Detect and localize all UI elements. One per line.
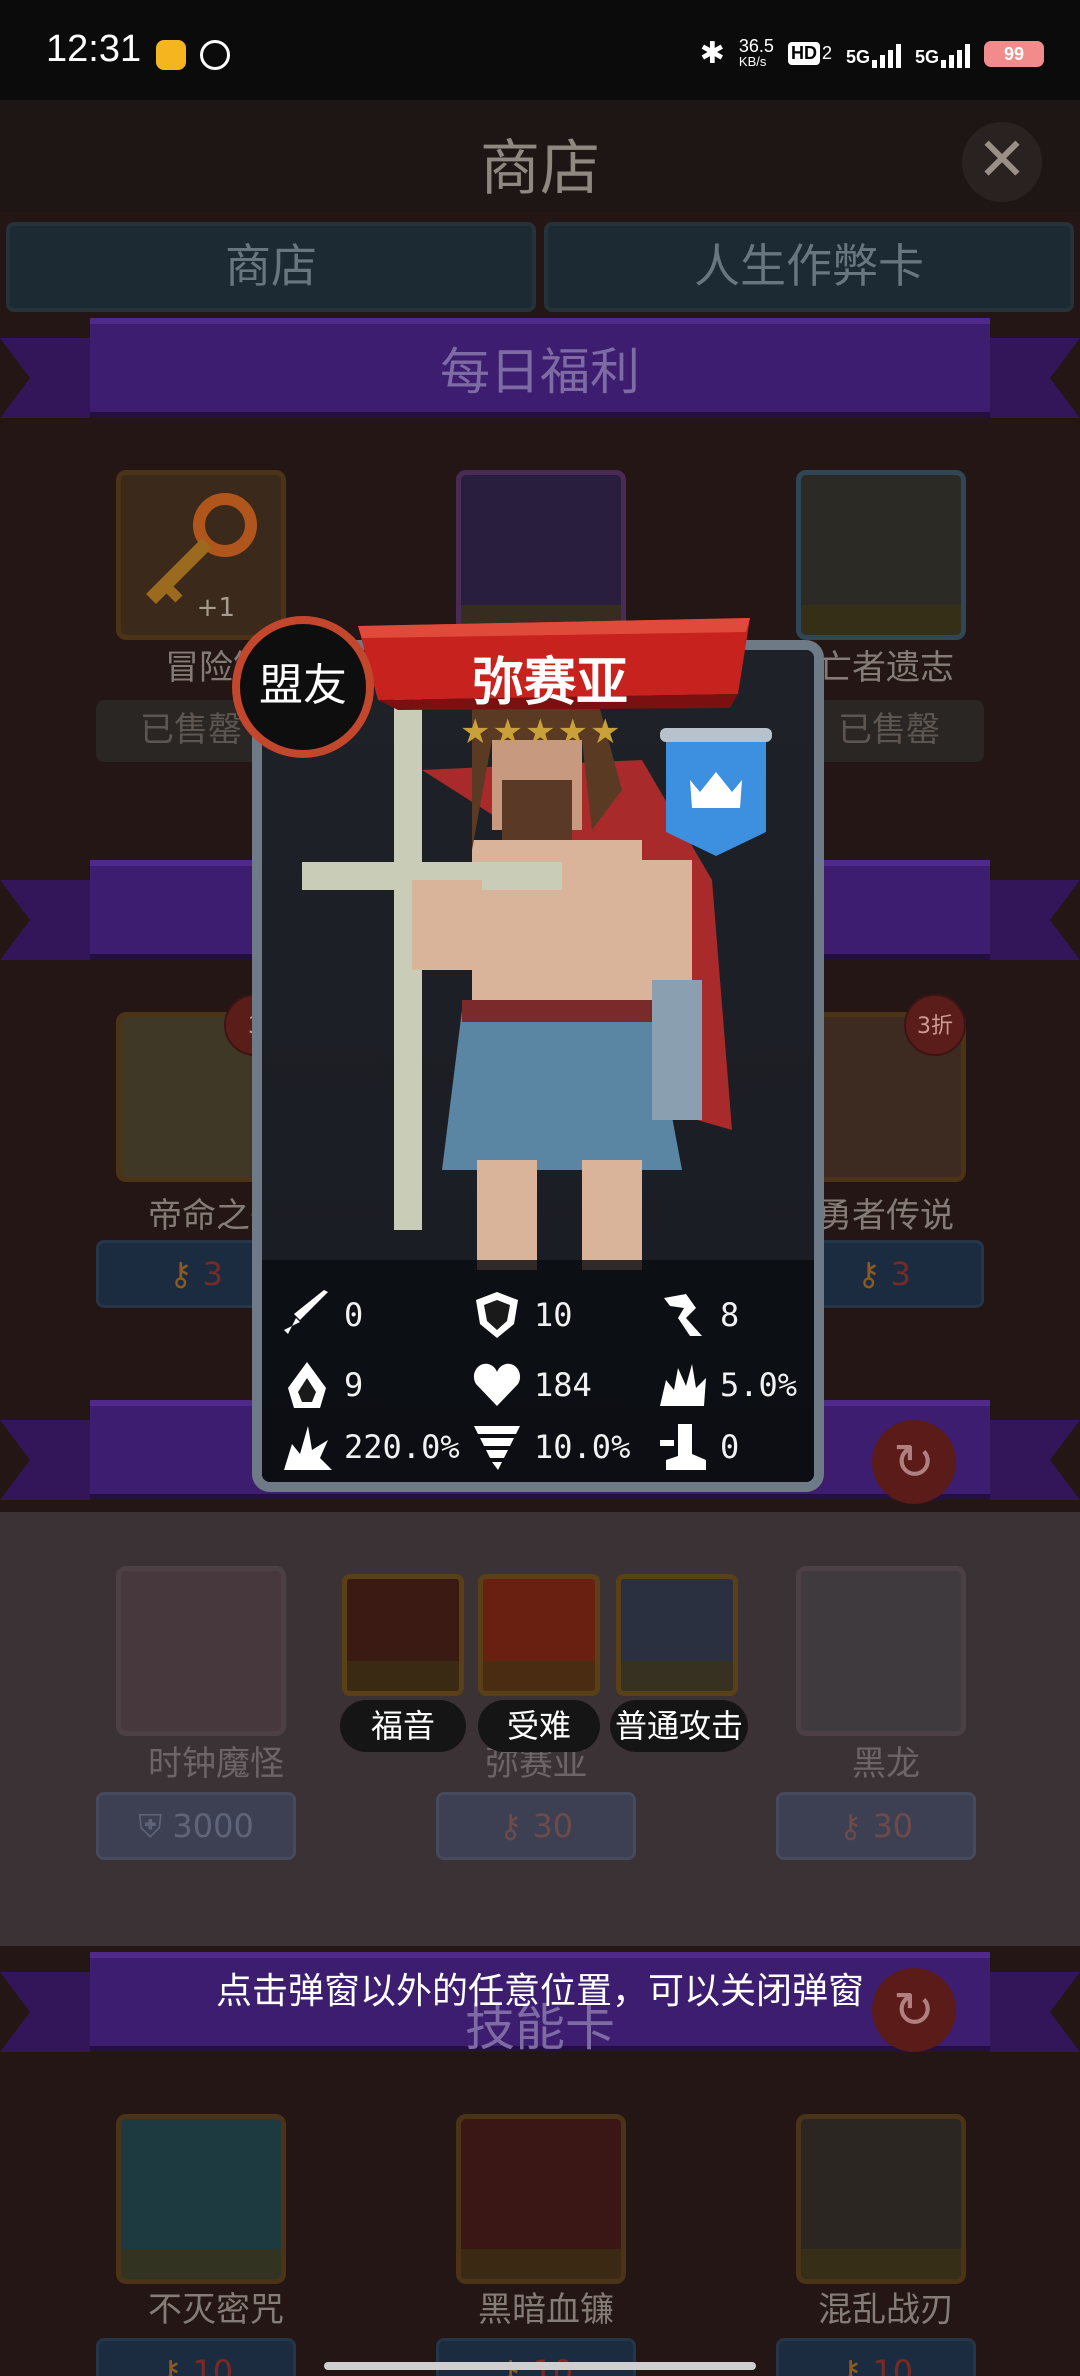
section-title: 每日福利: [440, 343, 640, 401]
battery-icon: 99: [984, 40, 1044, 67]
price-button[interactable]: ⚷ 30: [436, 1792, 636, 1860]
crit-damage-icon: [284, 1426, 332, 1470]
shop-item-mystery[interactable]: [456, 470, 626, 640]
price-button[interactable]: ⛨ 3000: [96, 1792, 296, 1860]
price-button[interactable]: ⚷ 10: [776, 2338, 976, 2376]
key-icon: ⚷: [838, 1807, 873, 1845]
skill-icon-basic-attack[interactable]: [616, 1574, 738, 1696]
item-name: 黑龙: [852, 1744, 920, 1784]
close-button[interactable]: ✕: [962, 122, 1042, 202]
shield-icon: [476, 1292, 518, 1338]
price-button[interactable]: ⚷ 10: [436, 2338, 636, 2376]
stat-speed: 8: [656, 1288, 739, 1342]
hero-name: 弥赛亚: [471, 653, 628, 713]
shop-item-key[interactable]: +1: [116, 470, 286, 640]
key-icon: ⚷: [857, 1255, 891, 1293]
hero-star-rating: ★ ★ ★ ★ ★: [460, 712, 620, 752]
star-icon: ★: [492, 712, 523, 752]
bluetooth-icon: ✱: [699, 37, 725, 70]
stat-crit-damage: 220.0%: [280, 1420, 460, 1474]
hd-icon: HD: [787, 42, 820, 65]
shop-header: 商店 ✕: [0, 100, 1080, 212]
hood-icon: [288, 1362, 326, 1408]
coin-icon: ⛨: [138, 1807, 173, 1845]
stat-attack: 0: [280, 1288, 363, 1342]
signal-2: 5G: [915, 40, 970, 68]
discount-badge: 3折: [904, 994, 966, 1056]
shop-item-skill-3[interactable]: [796, 2114, 966, 2284]
refresh-button[interactable]: ↻: [872, 1420, 956, 1504]
sword-icon: [284, 1290, 328, 1334]
signal-1: 5G: [846, 40, 901, 68]
item-name: 不灭密咒: [148, 2290, 284, 2330]
ally-tag: 盟友: [232, 616, 374, 758]
status-bar: 12:31 ✱ 36.5 KB/s HD 2 5G 5G 99: [0, 0, 1080, 100]
skill-label: 福音: [340, 1700, 466, 1752]
shop-item-clock-monster[interactable]: [116, 1566, 286, 1736]
close-icon: ✕: [976, 125, 1028, 195]
status-icons: ✱ 36.5 KB/s HD 2 5G 5G 99: [700, 36, 1044, 71]
page-title: 商店: [480, 134, 600, 204]
boot-icon: [660, 1424, 706, 1470]
key-icon: ⚷: [838, 2353, 873, 2376]
home-indicator[interactable]: [324, 2362, 756, 2370]
shop-item-skill-2[interactable]: [456, 2114, 626, 2284]
stat-hp: 184: [470, 1358, 592, 1412]
stat-magic: 9: [280, 1358, 363, 1412]
star-icon: ★: [557, 712, 588, 752]
star-icon: ★: [524, 712, 556, 752]
tab-shop[interactable]: 商店: [6, 222, 536, 312]
item-name: 时钟魔怪: [148, 1744, 284, 1784]
price-button[interactable]: ⚷ 10: [96, 2338, 296, 2376]
section-banner-daily: 每日福利: [0, 318, 1080, 438]
skill-label: 受难: [478, 1700, 600, 1752]
signal-bars-icon: [941, 40, 970, 68]
skill-icon-gospel[interactable]: [342, 1574, 464, 1696]
shop-item-black-dragon[interactable]: [796, 1566, 966, 1736]
stat-crit: 5.0%: [656, 1358, 797, 1412]
item-count: +1: [196, 593, 235, 623]
key-icon: ⚷: [498, 1807, 533, 1845]
shop-item-skill-1[interactable]: [116, 2114, 286, 2284]
notification-app-icon-2: [200, 40, 230, 70]
stat-move: 0: [656, 1420, 739, 1474]
item-name: 黑暗血镰: [478, 2290, 614, 2330]
heart-icon: [473, 1363, 521, 1406]
net-speed: 36.5 KB/s: [738, 35, 774, 69]
notification-app-icon: [156, 40, 186, 70]
stat-dodge: 10.0%: [470, 1420, 630, 1474]
class-flag-icon: [660, 728, 772, 856]
skill-icon-passion[interactable]: [478, 1574, 600, 1696]
key-icon: ⚷: [158, 2353, 193, 2376]
skill-label: 普通攻击: [610, 1700, 748, 1752]
tab-life-cheat-card[interactable]: 人生作弊卡: [544, 222, 1074, 312]
crit-icon: [660, 1364, 706, 1406]
game-shop-screen: 12:31 ✱ 36.5 KB/s HD 2 5G 5G 99 商店 ✕ 商店 …: [0, 0, 1080, 2376]
refresh-icon: ↻: [893, 1433, 935, 1491]
key-icon: ⚷: [169, 1255, 203, 1293]
star-icon: ★: [460, 712, 491, 752]
shop-item-fallen-will[interactable]: [796, 470, 966, 640]
star-icon: ★: [589, 712, 621, 752]
tornado-icon: [474, 1426, 520, 1470]
item-name: 混乱战刃: [818, 2290, 954, 2330]
speed-icon: [664, 1294, 702, 1336]
stat-defense: 10: [470, 1288, 573, 1342]
clock: 12:31: [46, 28, 142, 70]
close-hint: 点击弹窗以外的任意位置，可以关闭弹窗: [215, 1971, 864, 2012]
signal-bars-icon: [871, 40, 901, 68]
hd-sub: 2: [821, 43, 832, 63]
price-button[interactable]: ⚷ 30: [776, 1792, 976, 1860]
